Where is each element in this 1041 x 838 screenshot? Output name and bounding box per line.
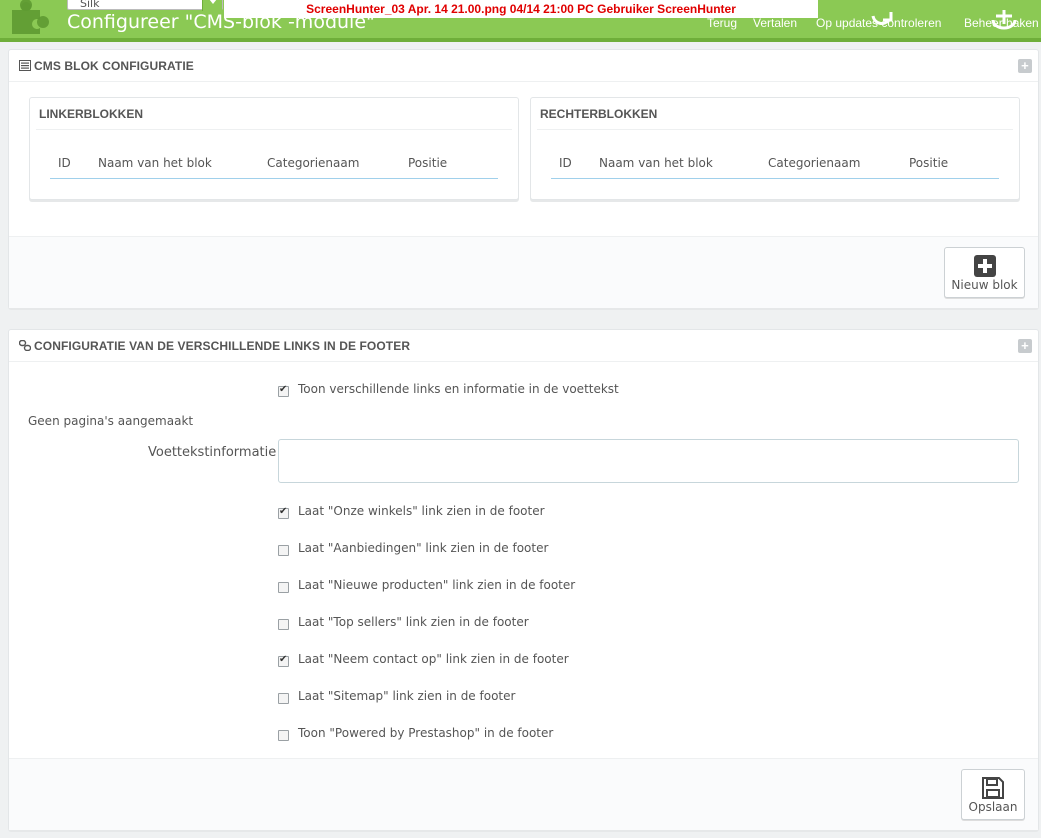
column-block-name[interactable]: Naam van het blok (98, 156, 212, 170)
left-blocks-table-header: ID Naam van het blok Categorienaam Posit… (50, 153, 498, 179)
toolbar-check-updates-button[interactable]: Op updates controleren (816, 12, 941, 30)
option-checkbox-specials[interactable] (278, 545, 289, 556)
toolbar-translate-label: Vertalen (753, 16, 798, 30)
save-label: Opslaan (968, 800, 1018, 814)
floppy-disk-icon (982, 777, 1004, 799)
cms-panel-footer: Nieuw blok (9, 236, 1038, 308)
puzzle-icon (12, 0, 49, 34)
page-header: Silk Configureer "CMS-blok -module" Teru… (0, 0, 1041, 42)
option-label-specials[interactable]: Laat "Aanbiedingen" link zien in de foot… (298, 541, 548, 555)
column-id[interactable]: ID (559, 156, 572, 170)
option-checkbox-powered-by[interactable] (278, 730, 289, 741)
new-block-button[interactable]: Nieuw blok (944, 247, 1025, 298)
column-block-name[interactable]: Naam van het blok (599, 156, 713, 170)
option-label-top-sellers[interactable]: Laat "Top sellers" link zien in de foote… (298, 615, 529, 629)
option-checkbox-contact[interactable] (278, 654, 289, 667)
footer-panel-heading: CONFIGURATIE VAN DE VERSCHILLENDE LINKS … (9, 330, 1038, 362)
column-position[interactable]: Positie (408, 156, 447, 170)
screenshot-watermark: ScreenHunter_03 Apr. 14 21.00.png 04/14 … (224, 0, 818, 18)
option-label-new-products[interactable]: Laat "Nieuwe producten" link zien in de … (298, 578, 575, 592)
no-pages-text: Geen pagina's aangemaakt (28, 414, 194, 428)
column-category-name[interactable]: Categorienaam (768, 156, 860, 170)
option-checkbox-new-products[interactable] (278, 582, 289, 593)
footer-panel-footer: Opslaan (9, 758, 1038, 830)
refresh-icon (871, 12, 893, 25)
add-icon (973, 255, 996, 277)
shop-select[interactable]: Silk (67, 0, 223, 11)
option-checkbox-our-stores[interactable] (278, 506, 289, 519)
footer-info-label: Voettekstinformatie (148, 445, 277, 460)
option-label-our-stores[interactable]: Laat "Onze winkels" link zien in de foot… (298, 504, 545, 518)
column-category-name[interactable]: Categorienaam (267, 156, 359, 170)
collapse-toggle-icon[interactable]: + (1018, 59, 1032, 73)
option-checkbox-sitemap[interactable] (278, 693, 289, 704)
column-position[interactable]: Positie (909, 156, 948, 170)
footer-info-textarea[interactable] (278, 439, 1019, 483)
footer-panel-title: CONFIGURATIE VAN DE VERSCHILLENDE LINKS … (34, 339, 411, 353)
option-label-sitemap[interactable]: Laat "Sitemap" link zien in de footer (298, 689, 515, 703)
right-blocks-table-header: ID Naam van het blok Categorienaam Posit… (551, 153, 999, 179)
column-id[interactable]: ID (58, 156, 71, 170)
left-blocks-panel: LINKERBLOKKEN ID Naam van het blok Categ… (29, 97, 519, 200)
left-blocks-title: LINKERBLOKKEN (36, 98, 512, 130)
show-links-label[interactable]: Toon verschillende links en informatie i… (298, 382, 619, 396)
toolbar-back-button[interactable]: Terug (707, 16, 737, 30)
chevron-down-icon (202, 0, 222, 11)
shop-select-value: Silk (80, 0, 100, 10)
cms-panel-title: CMS BLOK CONFIGURATIE (34, 59, 194, 73)
option-label-contact[interactable]: Laat "Neem contact op" link zien in de f… (298, 652, 569, 666)
right-blocks-panel: RECHTERBLOKKEN ID Naam van het blok Cate… (530, 97, 1020, 200)
anchor-icon (991, 10, 1017, 30)
save-button[interactable]: Opslaan (961, 769, 1025, 820)
cms-panel-heading: CMS BLOK CONFIGURATIE + (9, 50, 1038, 82)
cms-config-panel: CMS BLOK CONFIGURATIE + LINKERBLOKKEN ID… (8, 49, 1039, 308)
toolbar-manage-hooks-button[interactable]: Beheer haken (964, 10, 1039, 30)
link-icon (19, 340, 31, 351)
option-label-powered-by[interactable]: Toon "Powered by Prestashop" in de foote… (298, 726, 553, 740)
option-checkbox-top-sellers[interactable] (278, 619, 289, 630)
right-blocks-title: RECHTERBLOKKEN (537, 98, 1013, 130)
show-links-checkbox[interactable] (278, 384, 289, 397)
toolbar-translate-button[interactable]: Vertalen (753, 16, 797, 30)
new-block-label: Nieuw blok (951, 278, 1018, 292)
collapse-toggle-icon[interactable]: + (1018, 339, 1032, 353)
list-icon (19, 60, 31, 71)
toolbar-back-label: Terug (707, 16, 738, 30)
